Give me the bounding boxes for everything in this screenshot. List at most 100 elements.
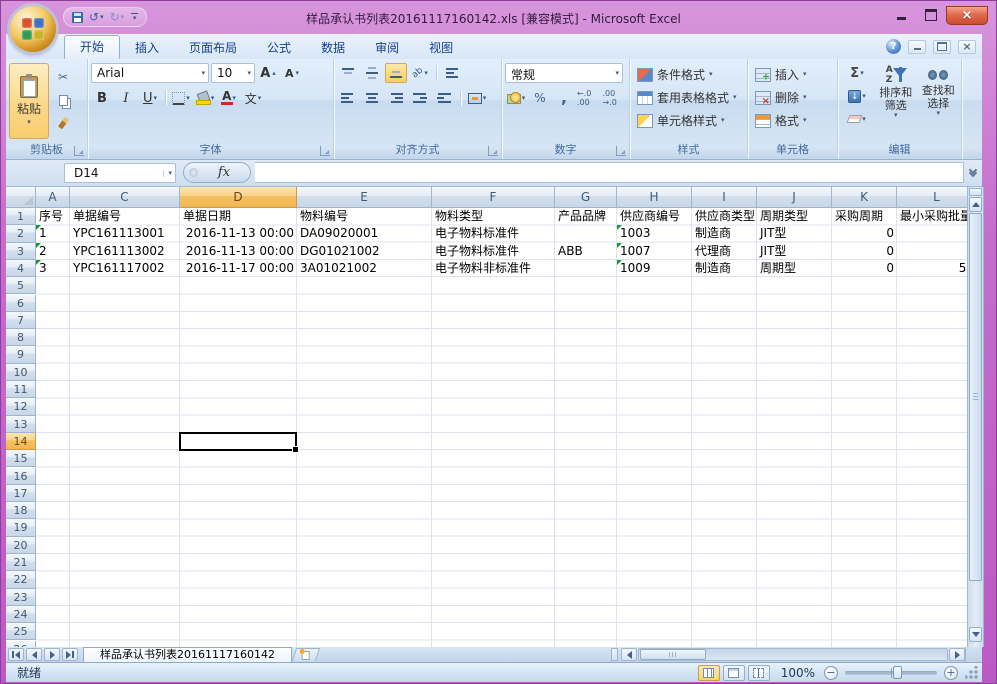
next-sheet-button[interactable]: [44, 648, 60, 661]
row-header-18[interactable]: 18: [6, 502, 36, 519]
grid-area[interactable]: ACDEFGHIJKL12345678910111213141516171819…: [6, 187, 967, 647]
conditional-formatting-button[interactable]: 条件格式: [633, 63, 744, 86]
font-color-button[interactable]: A: [218, 88, 240, 108]
row-header-17[interactable]: 17: [6, 485, 36, 502]
row-header-5[interactable]: 5: [6, 277, 36, 294]
decrease-decimal-button[interactable]: [603, 88, 627, 108]
cell-D1[interactable]: 单据日期: [180, 208, 297, 225]
cell-G1[interactable]: 产品品牌: [555, 208, 617, 225]
cell-K4[interactable]: 0: [832, 260, 897, 277]
copy-button[interactable]: [52, 90, 74, 110]
clipboard-dialog-launcher[interactable]: [74, 146, 84, 156]
cell-styles-button[interactable]: 单元格样式: [633, 109, 744, 132]
cell-A1[interactable]: 序号: [36, 208, 70, 225]
tab-page-layout[interactable]: 页面布局: [174, 37, 252, 59]
formula-input[interactable]: [255, 162, 964, 183]
row-header-9[interactable]: 9: [6, 346, 36, 363]
orientation-button[interactable]: ab: [409, 63, 431, 83]
merge-center-button[interactable]: [466, 88, 488, 108]
column-header-I[interactable]: I: [692, 187, 757, 208]
accounting-format-button[interactable]: [505, 88, 527, 108]
first-sheet-button[interactable]: [8, 648, 24, 661]
row-header-3[interactable]: 3: [6, 243, 36, 260]
align-right-button[interactable]: [385, 88, 407, 108]
column-header-C[interactable]: C: [70, 187, 180, 208]
cell-C4[interactable]: YPC161117002: [70, 260, 180, 277]
page-break-view-button[interactable]: [748, 665, 770, 681]
zoom-level[interactable]: 100%: [781, 666, 815, 680]
column-header-G[interactable]: G: [555, 187, 617, 208]
last-sheet-button[interactable]: [62, 648, 78, 661]
vertical-scrollbar[interactable]: [967, 187, 984, 647]
increase-indent-button[interactable]: [433, 88, 455, 108]
cell-E4[interactable]: 3A01021002: [297, 260, 432, 277]
row-header-24[interactable]: 24: [6, 606, 36, 623]
tab-review[interactable]: 审阅: [360, 37, 414, 59]
name-box[interactable]: D14: [64, 163, 176, 183]
cell-K3[interactable]: 0: [832, 243, 897, 260]
paste-button[interactable]: 粘贴: [9, 63, 49, 139]
column-header-E[interactable]: E: [297, 187, 432, 208]
tab-data[interactable]: 数据: [306, 37, 360, 59]
cell-E1[interactable]: 物料编号: [297, 208, 432, 225]
row-header-13[interactable]: 13: [6, 416, 36, 433]
cell-H1[interactable]: 供应商编号: [617, 208, 692, 225]
cell-A2[interactable]: 1: [36, 225, 70, 242]
cell-F4[interactable]: 电子物料非标准件: [432, 260, 555, 277]
cell-L4[interactable]: 55: [897, 260, 967, 277]
fill-color-button[interactable]: [194, 88, 216, 108]
cell-C1[interactable]: 单据编号: [70, 208, 180, 225]
cell-I4[interactable]: 制造商: [692, 260, 757, 277]
row-header-2[interactable]: 2: [6, 225, 36, 242]
format-painter-button[interactable]: [52, 113, 74, 133]
expand-formula-bar-button[interactable]: [964, 162, 982, 183]
workbook-minimize-button[interactable]: [908, 40, 926, 54]
increase-decimal-button[interactable]: [577, 88, 601, 108]
resize-grip[interactable]: [965, 666, 979, 680]
vertical-scroll-thumb[interactable]: [969, 213, 982, 581]
row-header-19[interactable]: 19: [6, 519, 36, 536]
help-button[interactable]: [886, 39, 901, 54]
cell-H4[interactable]: 1009: [617, 260, 692, 277]
row-header-6[interactable]: 6: [6, 295, 36, 312]
find-select-button[interactable]: 查找和选择: [919, 63, 959, 129]
sort-filter-button[interactable]: 排序和筛选: [876, 63, 916, 129]
row-header-14[interactable]: 14: [6, 433, 36, 450]
column-header-A[interactable]: A: [36, 187, 70, 208]
cell-K1[interactable]: 采购周期: [832, 208, 897, 225]
horizontal-scroll-thumb[interactable]: [640, 649, 706, 660]
column-header-J[interactable]: J: [757, 187, 832, 208]
tab-formulas[interactable]: 公式: [252, 37, 306, 59]
insert-worksheet-button[interactable]: [292, 648, 320, 661]
cell-D2[interactable]: 2016-11-13 00:00: [180, 225, 297, 242]
row-header-7[interactable]: 7: [6, 312, 36, 329]
redo-button[interactable]: ↻: [108, 10, 127, 24]
underline-button[interactable]: U: [139, 88, 161, 108]
row-header-15[interactable]: 15: [6, 450, 36, 467]
italic-button[interactable]: I: [115, 88, 137, 108]
cell-C3[interactable]: YPC161113002: [70, 243, 180, 260]
tab-split-handle[interactable]: [611, 648, 618, 661]
row-header-4[interactable]: 4: [6, 260, 36, 277]
cell-J3[interactable]: JIT型: [757, 243, 832, 260]
zoom-in-button[interactable]: +: [944, 666, 958, 680]
tab-view[interactable]: 视图: [414, 37, 468, 59]
cell-I2[interactable]: 制造商: [692, 225, 757, 242]
column-header-L[interactable]: L: [897, 187, 967, 208]
cell-E3[interactable]: DG01021002: [297, 243, 432, 260]
cell-A4[interactable]: 3: [36, 260, 70, 277]
selected-cell-D14[interactable]: [179, 432, 297, 451]
workbook-restore-button[interactable]: [933, 40, 951, 54]
number-format-select[interactable]: 常规: [505, 63, 623, 83]
grow-font-button[interactable]: A: [257, 63, 279, 83]
select-all-corner[interactable]: [6, 187, 36, 208]
autosum-button[interactable]: Σ: [841, 63, 873, 83]
number-dialog-launcher[interactable]: [616, 146, 626, 156]
close-button[interactable]: [946, 6, 988, 25]
phonetic-guide-button[interactable]: 文: [242, 88, 264, 108]
scroll-left-button[interactable]: [621, 648, 637, 661]
delete-cells-button[interactable]: 删除: [751, 86, 834, 109]
column-header-D[interactable]: D: [180, 187, 297, 208]
shrink-font-button[interactable]: A: [281, 63, 303, 83]
split-handle[interactable]: [969, 188, 982, 196]
